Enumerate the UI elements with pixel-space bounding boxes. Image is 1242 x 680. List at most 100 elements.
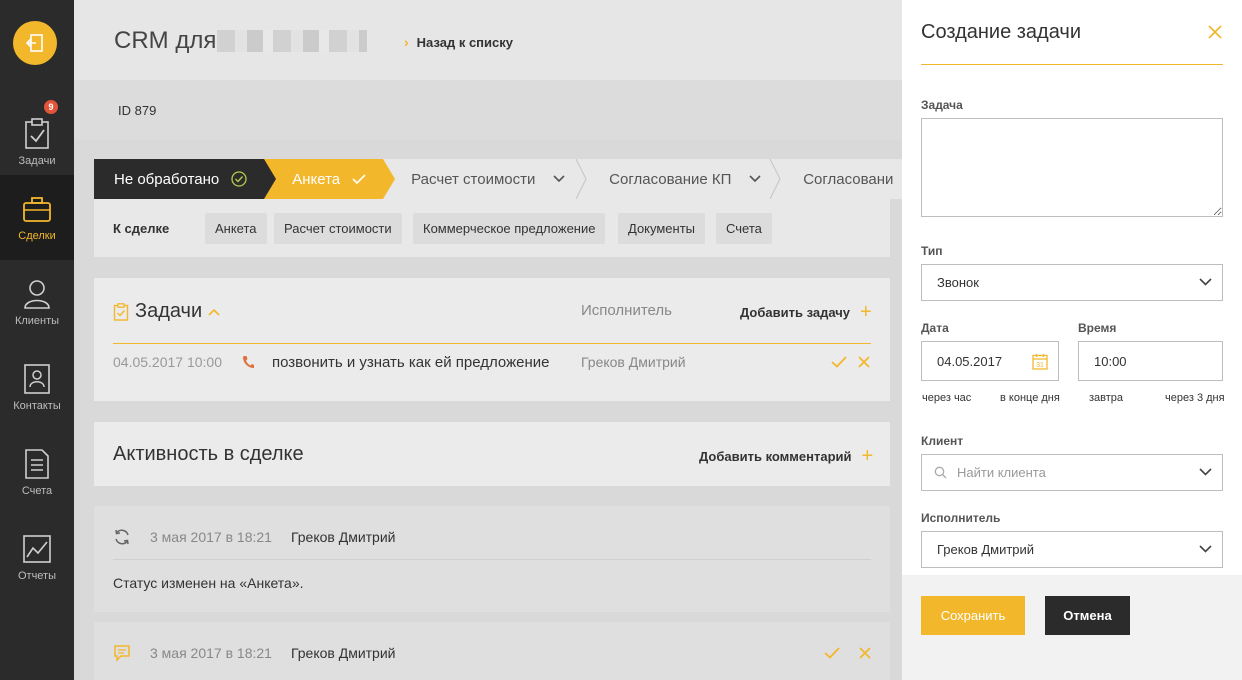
stage-label: Расчет стоимости: [411, 170, 536, 188]
activity-meta: 3 мая 2017 в 18:21 Греков Дмитрий: [113, 528, 395, 546]
chip-invoices[interactable]: Счета: [716, 213, 772, 244]
tasks-title: Задачи: [135, 300, 203, 322]
activity-author: Греков Дмитрий: [290, 645, 396, 661]
chip-commercial-offer[interactable]: Коммерческое предложение: [413, 213, 606, 244]
sidebar-item-label: Сделки: [18, 230, 56, 242]
type-select[interactable]: Звонок: [921, 264, 1223, 301]
sidebar-item-label: Задачи: [18, 155, 56, 167]
deal-links-label: К сделке: [113, 221, 170, 236]
stage-arrow: [383, 159, 396, 199]
back-to-list-label: Назад к списку: [416, 34, 513, 50]
quick-date-in-3-days[interactable]: через 3 дня: [1165, 392, 1225, 404]
close-icon[interactable]: [1208, 25, 1222, 39]
time-input[interactable]: 10:00: [1078, 341, 1223, 381]
sidebar-item-invoices[interactable]: Счета: [0, 430, 74, 515]
time-input-value: 10:00: [1094, 353, 1127, 369]
chevron-down-icon: [553, 175, 565, 183]
deal-id: ID 879: [118, 103, 157, 118]
client-field-label: Клиент: [921, 434, 964, 448]
sidebar-item-contacts[interactable]: Контакты: [0, 345, 74, 430]
stage-questionnaire[interactable]: Анкета: [264, 159, 396, 199]
activity-date: 3 мая 2017 в 18:21: [150, 645, 272, 661]
sidebar-item-clients[interactable]: Клиенты: [0, 260, 74, 345]
sidebar-item-tasks[interactable]: Задачи: [0, 100, 74, 185]
briefcase-icon: [23, 197, 51, 222]
sidebar-item-label: Клиенты: [14, 315, 60, 327]
logout-button[interactable]: [13, 21, 57, 65]
type-field-label: Тип: [921, 244, 943, 258]
stage-not-processed[interactable]: Не обработано: [94, 159, 277, 199]
stage-separator: [575, 159, 587, 199]
add-comment-button[interactable]: Добавить комментарий +: [699, 446, 873, 466]
chart-icon: [23, 535, 51, 563]
delete-comment-icon[interactable]: [859, 647, 871, 659]
svg-text:31: 31: [1036, 362, 1044, 369]
date-input-value: 04.05.2017: [937, 353, 1003, 369]
add-comment-label: Добавить комментарий: [699, 448, 852, 464]
stage-cost-calculation[interactable]: Расчет стоимости: [383, 159, 587, 199]
complete-task-icon[interactable]: [831, 356, 847, 368]
tasks-panel: Задачи Исполнитель Добавить задачу + 04.…: [94, 278, 890, 401]
client-search-input[interactable]: Найти клиента: [921, 454, 1223, 491]
activity-date: 3 мая 2017 в 18:21: [150, 529, 272, 545]
quick-date-in-an-hour[interactable]: через час: [922, 392, 971, 404]
activity-item: 3 мая 2017 в 18:21 Греков Дмитрий Статус…: [94, 506, 890, 612]
stage-separator: [769, 159, 781, 199]
add-task-label: Добавить задачу: [740, 304, 851, 320]
task-date: 04.05.2017 10:00: [113, 354, 222, 370]
search-icon: [934, 466, 947, 479]
complete-comment-icon[interactable]: [824, 647, 840, 659]
date-input[interactable]: 04.05.2017 31: [921, 341, 1059, 381]
document-icon: [25, 449, 49, 479]
activity-body: Статус изменен на «Анкета».: [113, 575, 304, 591]
clipboard-check-icon: [25, 118, 49, 149]
sidebar-item-label: Отчеты: [17, 570, 57, 582]
chevron-down-icon: [1199, 468, 1212, 476]
delete-task-icon[interactable]: [858, 356, 870, 368]
sidebar-item-deals[interactable]: Сделки: [0, 175, 74, 260]
main-content: CRM для › Назад к списку ID 879 Не обраб…: [74, 0, 902, 680]
cancel-button[interactable]: Отмена: [1045, 596, 1130, 635]
save-button[interactable]: Сохранить: [921, 596, 1025, 635]
create-task-panel: Создание задачи Задача Тип Звонок Дата В…: [902, 0, 1242, 680]
back-to-list-link[interactable]: › Назад к списку: [404, 34, 513, 50]
sidebar-item-label: Контакты: [13, 400, 61, 412]
chevron-down-icon: [749, 175, 761, 183]
tasks-count-badge: 9: [44, 100, 58, 114]
assignee-field-label: Исполнитель: [921, 511, 1001, 525]
deal-links-bar: К сделке Анкета Расчет стоимости Коммерч…: [94, 199, 890, 257]
quick-date-end-of-day[interactable]: в конце дня: [1000, 392, 1060, 404]
stage-label: Анкета: [292, 170, 341, 188]
chip-documents[interactable]: Документы: [618, 213, 706, 244]
quick-date-tomorrow[interactable]: завтра: [1089, 392, 1123, 404]
stage-arrow: [264, 159, 277, 199]
logout-icon: [25, 34, 43, 52]
create-task-title: Создание задачи: [921, 21, 1081, 43]
activity-divider: [113, 559, 871, 560]
plus-icon: +: [861, 445, 874, 467]
activity-meta: 3 мая 2017 в 18:21 Греков Дмитрий: [113, 644, 395, 662]
task-row[interactable]: 04.05.2017 10:00 позвонить и узнать как …: [113, 354, 873, 376]
add-task-button[interactable]: Добавить задачу +: [740, 302, 872, 322]
user-icon: [24, 280, 50, 309]
task-textarea[interactable]: [921, 118, 1223, 217]
redacted-company-name: [217, 30, 367, 52]
refresh-icon: [115, 529, 129, 545]
stage-proposal-approval[interactable]: Согласование КП: [581, 159, 781, 199]
calendar-icon[interactable]: 31: [1032, 353, 1048, 370]
stage-approval[interactable]: Согласовани: [775, 159, 902, 199]
assignee-select[interactable]: Греков Дмитрий: [921, 531, 1223, 568]
activity-title: Активность в сделке: [113, 443, 304, 465]
task-field-label: Задача: [921, 98, 963, 112]
clipboard-icon: [113, 302, 129, 321]
tasks-header[interactable]: Задачи: [113, 300, 220, 323]
sidebar-item-reports[interactable]: Отчеты: [0, 515, 74, 600]
chip-questionnaire[interactable]: Анкета: [205, 213, 267, 244]
type-select-value: Звонок: [937, 275, 979, 290]
stage-pipeline: Не обработано Анкета Расчет стоимости Со…: [94, 159, 902, 199]
chip-cost-calculation[interactable]: Расчет стоимости: [274, 213, 402, 244]
assignee-select-value: Греков Дмитрий: [937, 542, 1035, 557]
tasks-divider: [113, 343, 871, 344]
title-divider: [921, 64, 1223, 65]
contact-card-icon: [24, 364, 50, 394]
